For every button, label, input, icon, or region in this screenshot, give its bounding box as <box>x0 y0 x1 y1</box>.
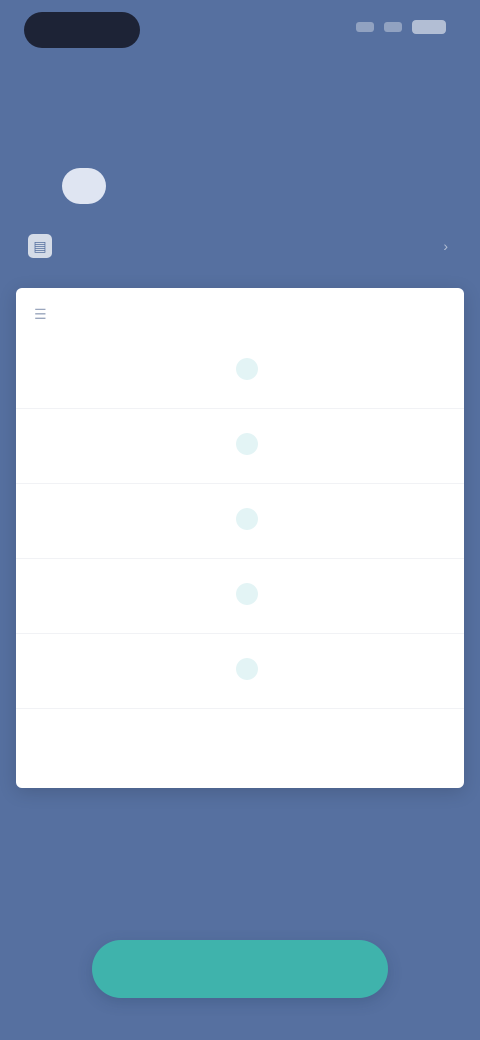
list-item[interactable] <box>16 559 464 634</box>
status-bar <box>0 0 480 64</box>
tab-bar <box>26 166 446 206</box>
chevron-right-icon: › <box>443 238 448 254</box>
primary-action-button[interactable] <box>92 940 388 998</box>
signal-icon <box>356 22 374 32</box>
results-card: ☰ <box>16 288 464 788</box>
card-header: ☰ <box>34 302 55 326</box>
filter-icon: ☰ <box>34 305 47 322</box>
battery-icon <box>412 20 446 34</box>
list-item[interactable] <box>16 484 464 559</box>
tab-2-active[interactable] <box>62 168 106 204</box>
row-badge <box>236 658 258 680</box>
status-time <box>24 12 140 48</box>
wifi-icon <box>384 22 402 32</box>
row-badge <box>236 508 258 530</box>
document-icon: ▤ <box>28 234 52 258</box>
tab-3[interactable] <box>114 168 142 204</box>
tab-1[interactable] <box>26 168 54 204</box>
row-badge <box>236 433 258 455</box>
list-item[interactable] <box>16 409 464 484</box>
status-icons <box>356 20 446 34</box>
tab-4[interactable] <box>150 168 178 204</box>
row-badge <box>236 583 258 605</box>
list-item[interactable] <box>16 634 464 709</box>
list-item[interactable] <box>16 334 464 409</box>
row-badge <box>236 358 258 380</box>
row-list <box>16 334 464 709</box>
info-row[interactable]: ▤ › <box>28 232 448 260</box>
